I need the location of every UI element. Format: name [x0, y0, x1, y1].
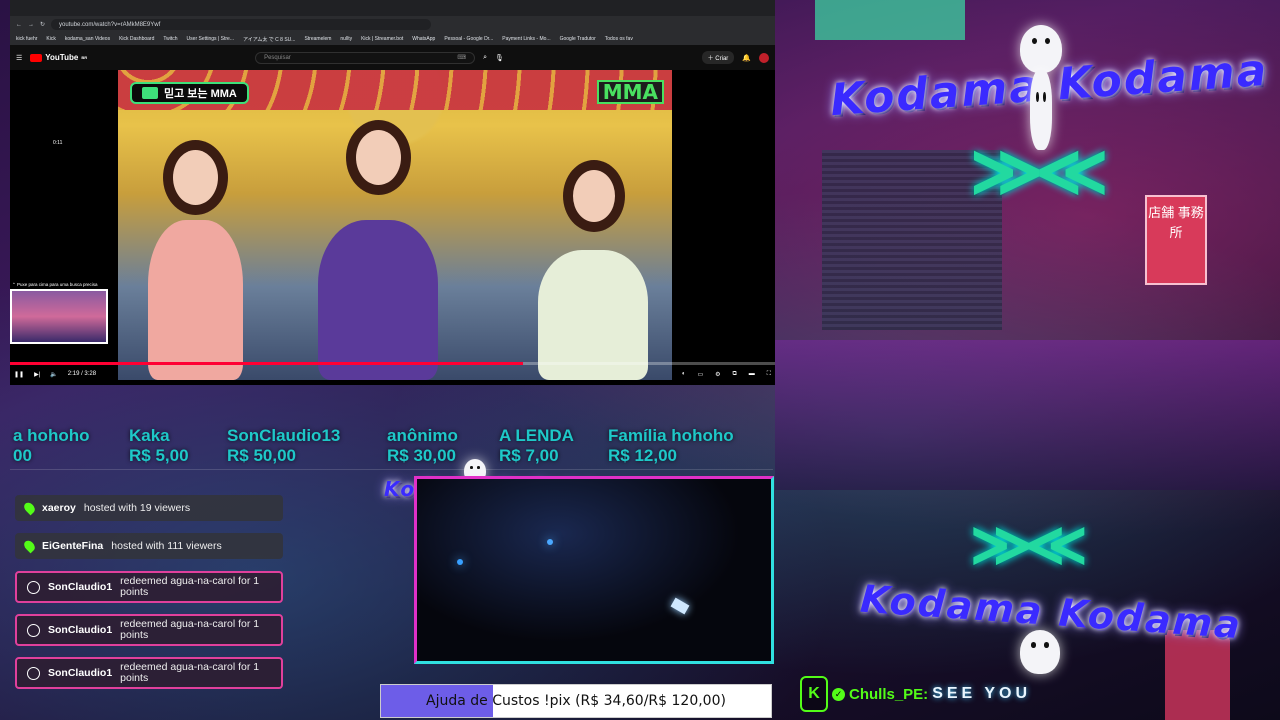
dancer-center — [318, 130, 438, 380]
menu-icon[interactable]: ☰ — [16, 54, 22, 62]
youtube-header: ☰ YouTube BR Pesquisar ⌨ ⌕ 🎙 ＋ Criar 🔔 — [10, 45, 775, 70]
bookmark[interactable]: Kick — [46, 36, 55, 42]
bookmark[interactable]: Google Tradutor — [560, 36, 596, 42]
bookmark[interactable]: nullty — [340, 36, 352, 42]
feed-redeem-item: SonClaudio1 redeemed agua-na-carol for 1… — [15, 614, 283, 646]
feed-redeem-item: SonClaudio1 redeemed agua-na-carol for 1… — [15, 657, 283, 689]
webcam-frame — [414, 476, 774, 664]
progress-bar[interactable] — [10, 362, 775, 365]
preview-thumbnail — [10, 289, 108, 344]
url-input[interactable]: youtube.com/watch?v=rAMkM8E9Ywf — [51, 19, 432, 30]
feed-host-item: xaeroy hosted with 19 viewers — [15, 495, 283, 521]
browser-window: ← → ↻ youtube.com/watch?v=rAMkM8E9Ywf ki… — [10, 0, 775, 385]
search-input[interactable]: Pesquisar ⌨ — [255, 51, 476, 64]
tab-strip[interactable] — [10, 0, 775, 16]
ticker-item: a hohoho 00 — [13, 426, 90, 465]
bookmark[interactable]: Kick Dashboard — [119, 36, 154, 42]
channel-points-icon — [27, 580, 40, 594]
theater-icon[interactable]: ▬ — [749, 371, 755, 378]
create-button[interactable]: ＋ Criar — [701, 51, 735, 64]
monitor-glow — [670, 597, 690, 615]
bell-icon[interactable]: 🔔 — [742, 54, 751, 62]
pause-icon[interactable]: ❚❚ — [14, 371, 24, 378]
video-player[interactable]: 믿고 보는 MMA MMA ⌃ Puxe para cima para uma … — [10, 70, 775, 385]
ticker-item: Família hohoho R$ 12,00 — [608, 426, 734, 465]
ticker-item: SonClaudio13 R$ 50,00 — [227, 426, 341, 465]
progress-fill — [10, 362, 523, 365]
chevron-emblem-icon: ≫≪ — [970, 511, 1088, 578]
address-bar: ← → ↻ youtube.com/watch?v=rAMkM8E9Ywf — [10, 16, 775, 33]
autoplay-toggle[interactable]: ◐ — [682, 371, 686, 378]
host-pin-icon — [22, 538, 37, 554]
video-frame[interactable]: 믿고 보는 MMA MMA — [118, 70, 672, 380]
youtube-logo[interactable]: YouTube BR — [30, 53, 87, 62]
dancer-right — [538, 170, 648, 380]
bookmark[interactable]: kick fuehr — [16, 36, 37, 42]
webcam-light — [457, 559, 463, 565]
subtitles-icon[interactable]: ▭ — [697, 371, 703, 378]
time-display: 2:19 / 3:28 — [67, 371, 97, 377]
avatar[interactable] — [759, 52, 769, 63]
donation-goal-bar: Ajuda de Custos !pix (R$ 34,60/R$ 120,00… — [380, 684, 772, 718]
reload-icon[interactable]: ↻ — [40, 21, 45, 28]
kodama-logo-top: Kodama Kodama ≫≪ — [820, 20, 1270, 220]
dancer-left — [148, 150, 243, 380]
bookmark[interactable]: Payment Links - Mo... — [502, 36, 550, 42]
bookmark[interactable]: Pessoal - Google Dr... — [444, 36, 493, 42]
back-icon[interactable]: ← — [16, 22, 22, 28]
webcam-light — [547, 539, 553, 545]
video-badge-left: 믿고 보는 MMA — [130, 82, 249, 104]
settings-icon[interactable]: ⚙ — [715, 371, 720, 378]
bookmarks-bar: kick fuehr Kick kodama_san Videos Kick D… — [10, 33, 775, 45]
bookmark[interactable]: Todos os fav — [605, 36, 633, 42]
goal-label: Ajuda de Custos !pix (R$ 34,60/R$ 120,00… — [426, 693, 726, 709]
microphone-icon[interactable]: 🎙 — [495, 54, 504, 62]
channel-points-icon — [27, 666, 40, 680]
kick-badge-icon: K — [800, 676, 828, 712]
forward-icon[interactable]: → — [28, 22, 34, 28]
scrub-preview: ⌃ Puxe para cima para uma busca precisa — [10, 281, 108, 346]
fullscreen-icon[interactable]: ⛶ — [767, 371, 771, 378]
chat-message: K ✓ Chulls_PE: SEE YOU — [800, 676, 1090, 712]
keyboard-icon[interactable]: ⌨ — [457, 54, 466, 61]
wet-street — [775, 340, 1280, 490]
kodama-spirit-icon — [1020, 630, 1060, 674]
feed-redeem-item: SonClaudio1 redeemed agua-na-carol for 1… — [15, 571, 283, 603]
bookmark[interactable]: Kick | Streamer.bot — [361, 36, 403, 42]
chat-username: Chulls_PE: — [849, 685, 929, 703]
video-badge-right: MMA — [596, 80, 664, 104]
bookmark[interactable]: Streamelem — [304, 36, 331, 42]
kodama-spirit-icon — [1020, 25, 1062, 73]
preview-time: 0:11 — [53, 140, 63, 146]
kodama-logo-bottom: ≫≪ Kodama Kodama — [859, 510, 1243, 680]
bookmark[interactable]: User Settings | Stre... — [187, 36, 234, 42]
channel-points-icon — [27, 623, 40, 637]
badge-square-icon — [142, 87, 158, 99]
verified-icon: ✓ — [832, 687, 845, 701]
bookmark[interactable]: WhatsApp — [412, 36, 435, 42]
youtube-play-icon — [30, 53, 43, 62]
miniplayer-icon[interactable]: ⧉ — [733, 371, 737, 378]
host-pin-icon — [22, 500, 37, 516]
chevron-emblem-icon: ≫≪ — [970, 132, 1109, 210]
feed-host-item: EiGenteFina hosted with 111 viewers — [15, 533, 283, 559]
bookmark[interactable]: アイアム太 で C 8 SU... — [243, 36, 295, 43]
search-icon[interactable]: ⌕ — [483, 54, 487, 62]
player-controls: ❚❚ ▶| 🔈 2:19 / 3:28 ◐ ▭ ⚙ ⧉ ▬ ⛶ — [10, 368, 775, 380]
ticker-item: Kaka R$ 5,00 — [129, 426, 189, 465]
bookmark[interactable]: kodama_san Videos — [65, 36, 110, 42]
volume-icon[interactable]: 🔈 — [50, 371, 57, 378]
next-icon[interactable]: ▶| — [34, 371, 40, 378]
bookmark[interactable]: Twitch — [163, 36, 177, 42]
chat-text: SEE YOU — [932, 685, 1032, 702]
